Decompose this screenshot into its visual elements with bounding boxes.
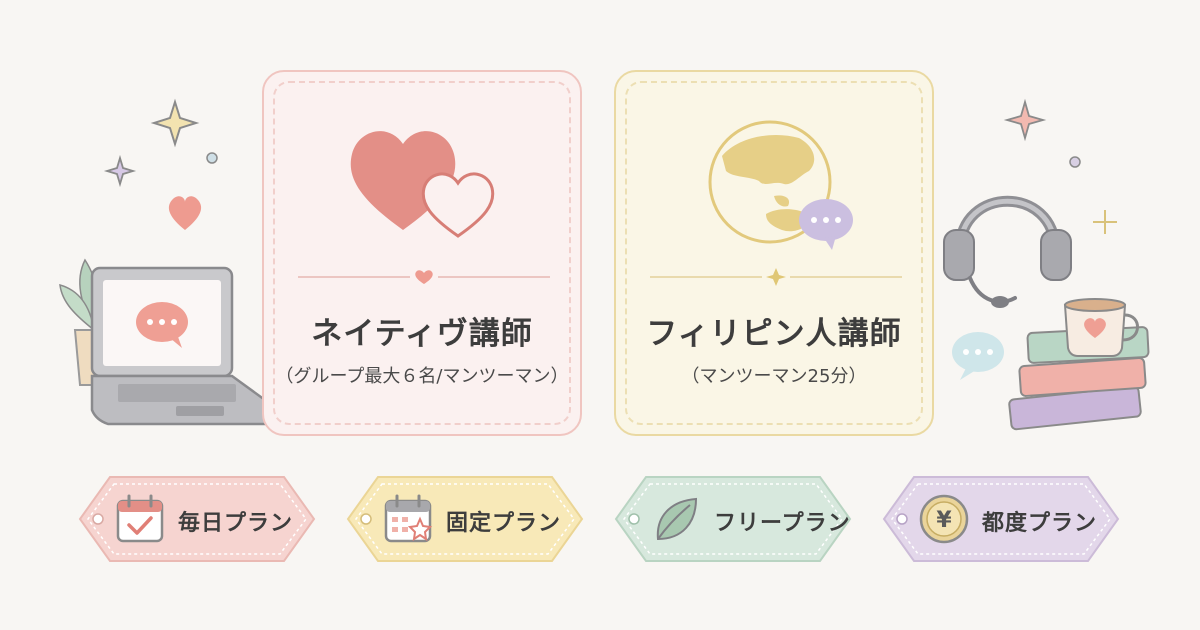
native-teacher-card[interactable]: ネイティヴ講師 （グループ最大６名/マンツーマン） [262, 70, 582, 436]
sparkle-icon [1003, 98, 1047, 142]
plan-tag-fixed[interactable]: 固定プラン [346, 475, 584, 563]
card-title: ネイティヴ講師 [311, 316, 533, 352]
card-subtitle: （マンツーマン25分） [681, 366, 867, 387]
calendar-check-icon [116, 494, 164, 543]
card-title: フィリピン人講師 [646, 316, 902, 352]
plan-label: 固定プラン [446, 511, 562, 536]
headset-icon [943, 195, 1072, 308]
laptop-icon [90, 266, 278, 426]
sparkle-divider [650, 268, 902, 286]
sparkle-icon [1093, 210, 1117, 234]
right-decoration [943, 98, 1150, 431]
calendar-star-icon [384, 494, 433, 543]
globe-icon [708, 120, 853, 250]
dot-icon [206, 152, 218, 164]
plan-label: 都度プラン [982, 511, 1098, 536]
plan-tag-daily[interactable]: 毎日プラン [78, 475, 316, 563]
hearts-icon [350, 131, 495, 238]
yen-coin-icon: ¥ [919, 494, 969, 544]
heart-icon [168, 196, 202, 230]
svg-text:¥: ¥ [936, 508, 952, 533]
small-heart-icon [415, 270, 433, 284]
card-subtitle: （グループ最大６名/マンツーマン） [275, 366, 569, 387]
plan-label: フリープラン [714, 511, 851, 536]
plan-label: 毎日プラン [178, 511, 294, 536]
heart-divider [298, 270, 550, 284]
left-decoration [59, 98, 278, 426]
small-sparkle-icon [766, 268, 786, 286]
sparkle-icon [103, 154, 137, 188]
plan-tag-per-use[interactable]: ¥ 都度プラン [882, 475, 1120, 563]
leaf-icon [656, 497, 698, 541]
plan-tag-free[interactable]: フリープラン [614, 475, 852, 563]
sparkle-icon [150, 98, 200, 148]
dot-icon [1069, 156, 1081, 168]
filipino-teacher-card[interactable]: フィリピン人講師 （マンツーマン25分） [614, 70, 934, 436]
chat-bubble-icon [952, 332, 1004, 380]
